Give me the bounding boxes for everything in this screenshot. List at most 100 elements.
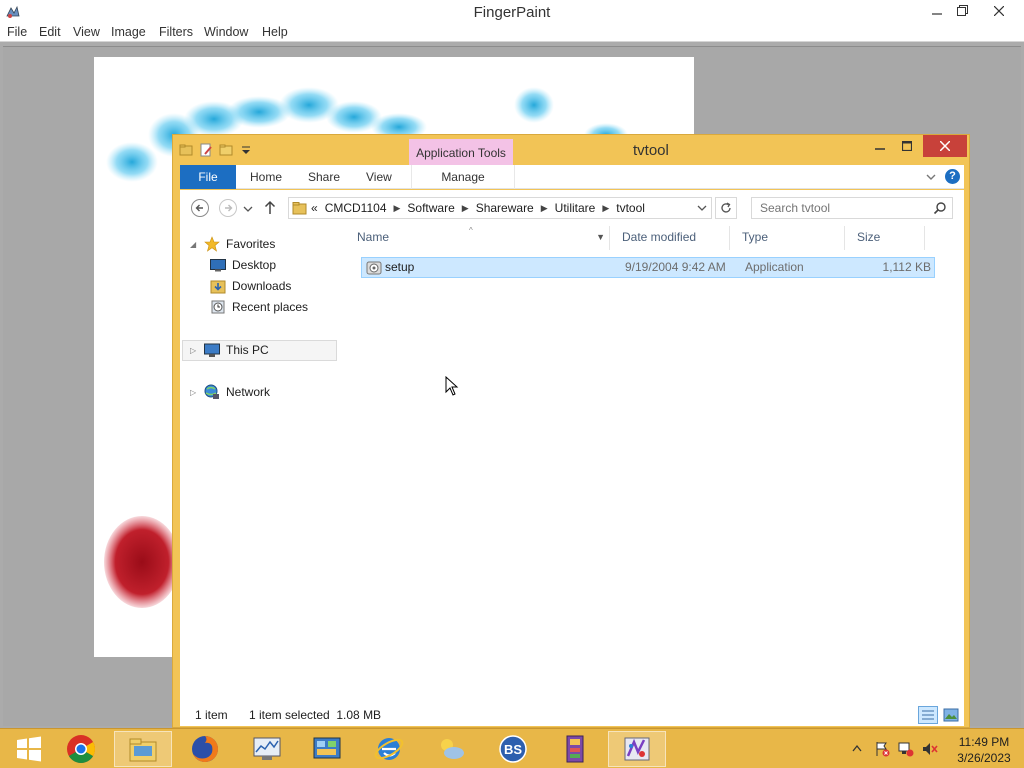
collapsed-arrow-icon[interactable]: ▷ xyxy=(190,388,198,397)
show-hidden-icons-icon[interactable] xyxy=(852,744,862,752)
menu-edit[interactable]: Edit xyxy=(39,25,61,39)
column-headers: Name ^ ▼ Date modified Type Size xyxy=(345,226,937,250)
tab-share[interactable]: Share xyxy=(308,165,340,189)
minimize-icon xyxy=(875,148,885,150)
back-icon[interactable] xyxy=(190,198,210,218)
volume-muted-icon[interactable] xyxy=(922,741,938,757)
taskbar-control-panel[interactable] xyxy=(298,731,356,767)
explorer-window: Application Tools tvtool File Home Share… xyxy=(172,134,970,728)
ribbon-right-controls: ? xyxy=(925,169,960,184)
nav-desktop[interactable]: Desktop xyxy=(210,255,276,275)
taskbar-firefox[interactable] xyxy=(176,731,234,767)
folder-icon xyxy=(292,202,307,215)
action-center-flag-icon[interactable] xyxy=(874,741,890,757)
menu-image[interactable]: Image xyxy=(111,25,146,39)
tab-home[interactable]: Home xyxy=(250,165,282,189)
fingerpaint-menubar: File Edit View Image Filters Window Help xyxy=(0,24,1024,42)
breadcrumb-utilitare[interactable]: Utilitare xyxy=(555,201,596,215)
expand-ribbon-icon[interactable] xyxy=(925,171,937,183)
firefox-icon xyxy=(192,736,218,762)
file-explorer-icon xyxy=(129,738,157,762)
file-name: setup xyxy=(385,260,415,274)
nav-downloads[interactable]: Downloads xyxy=(210,276,291,296)
nav-recent-places[interactable]: Recent places xyxy=(210,297,308,317)
search-box[interactable] xyxy=(751,197,953,219)
recent-locations-icon[interactable] xyxy=(242,198,254,218)
up-arrow-icon[interactable] xyxy=(262,198,278,218)
tab-view[interactable]: View xyxy=(366,165,392,189)
taskbar-archive-app[interactable] xyxy=(546,731,604,767)
nav-this-pc[interactable]: ▷ This PC xyxy=(190,340,269,360)
menu-help[interactable]: Help xyxy=(262,25,288,39)
column-name[interactable]: Name ^ ▼ xyxy=(345,226,610,250)
menu-view[interactable]: View xyxy=(73,25,100,39)
application-setup-icon xyxy=(366,261,382,275)
breadcrumb-overflow[interactable]: « xyxy=(311,201,318,215)
column-date-modified[interactable]: Date modified xyxy=(610,226,730,250)
properties-icon[interactable] xyxy=(199,143,213,157)
menu-filters[interactable]: Filters xyxy=(159,25,193,39)
close-button[interactable] xyxy=(982,0,1016,22)
explorer-title: tvtool xyxy=(633,142,669,159)
column-filter-dropdown-icon[interactable]: ▼ xyxy=(596,226,605,248)
chevron-right-icon[interactable]: ▶ xyxy=(602,203,609,214)
menu-file[interactable]: File xyxy=(7,25,27,39)
refresh-button[interactable] xyxy=(715,197,737,219)
restore-button[interactable] xyxy=(945,0,979,22)
new-folder-icon[interactable] xyxy=(219,143,233,157)
nav-this-pc-label: This PC xyxy=(226,343,269,357)
breadcrumb-shareware[interactable]: Shareware xyxy=(476,201,534,215)
taskbar-bs-app[interactable]: BS xyxy=(484,731,542,767)
help-icon[interactable]: ? xyxy=(945,169,960,184)
breadcrumb-software[interactable]: Software xyxy=(407,201,454,215)
folder-icon[interactable] xyxy=(179,143,193,157)
address-dropdown-icon[interactable] xyxy=(697,203,707,213)
internet-explorer-icon xyxy=(374,738,404,760)
clock-date[interactable]: 3/26/2023 xyxy=(954,751,1014,765)
explorer-close-button[interactable] xyxy=(923,135,967,157)
search-icon[interactable] xyxy=(933,201,947,215)
taskbar-fingerpaint[interactable] xyxy=(608,731,666,767)
start-button[interactable] xyxy=(0,731,58,767)
breadcrumb: « CMCD1104 ▶ Software ▶ Shareware ▶ Util… xyxy=(311,201,645,215)
minimize-icon xyxy=(932,13,942,15)
chevron-right-icon[interactable]: ▶ xyxy=(394,203,401,214)
expanded-arrow-icon[interactable]: ◢ xyxy=(190,240,198,249)
search-input[interactable] xyxy=(752,198,932,218)
taskbar-file-explorer[interactable] xyxy=(114,731,172,767)
column-size[interactable]: Size xyxy=(845,226,925,250)
tab-file[interactable]: File xyxy=(180,165,236,189)
tab-manage[interactable]: Manage xyxy=(411,165,515,189)
collapsed-arrow-icon[interactable]: ▷ xyxy=(190,346,198,355)
column-type[interactable]: Type xyxy=(730,226,845,250)
column-size-label: Size xyxy=(857,230,881,244)
network-status-icon[interactable] xyxy=(898,741,914,757)
nav-favorites[interactable]: ◢ Favorites xyxy=(190,234,275,254)
taskbar-performance-monitor[interactable] xyxy=(238,731,296,767)
sort-ascending-icon: ^ xyxy=(469,226,473,235)
table-row[interactable]: setup 9/19/2004 9:42 AM Application 1,11… xyxy=(361,257,935,278)
details-view-icon[interactable] xyxy=(918,706,938,724)
taskbar-weather-app[interactable] xyxy=(422,731,480,767)
breadcrumb-cmcd1104[interactable]: CMCD1104 xyxy=(325,201,387,215)
breadcrumb-tvtool[interactable]: tvtool xyxy=(616,201,645,215)
large-icons-view-icon[interactable] xyxy=(941,706,961,724)
nav-network-label: Network xyxy=(226,385,271,399)
explorer-maximize-button[interactable] xyxy=(895,135,919,157)
chevron-right-icon[interactable]: ▶ xyxy=(462,203,469,214)
explorer-titlebar[interactable]: Application Tools tvtool xyxy=(173,135,969,165)
explorer-minimize-button[interactable] xyxy=(869,135,891,157)
column-name-label: Name xyxy=(357,230,390,244)
customize-dropdown-icon[interactable] xyxy=(239,143,253,157)
chevron-right-icon[interactable]: ▶ xyxy=(541,203,548,214)
file-date-modified: 9/19/2004 9:42 AM xyxy=(625,260,726,274)
address-bar[interactable]: « CMCD1104 ▶ Software ▶ Shareware ▶ Util… xyxy=(288,197,712,219)
nav-network[interactable]: ▷ Network xyxy=(190,382,270,402)
fingerpaint-title: FingerPaint xyxy=(473,4,551,21)
fingerpaint-titlebar[interactable]: FingerPaint xyxy=(0,0,1024,24)
taskbar-chrome[interactable] xyxy=(52,731,110,767)
clock-time[interactable]: 11:49 PM xyxy=(954,735,1014,749)
forward-icon[interactable] xyxy=(218,198,238,218)
taskbar-internet-explorer[interactable] xyxy=(360,731,418,767)
menu-window[interactable]: Window xyxy=(204,25,248,39)
